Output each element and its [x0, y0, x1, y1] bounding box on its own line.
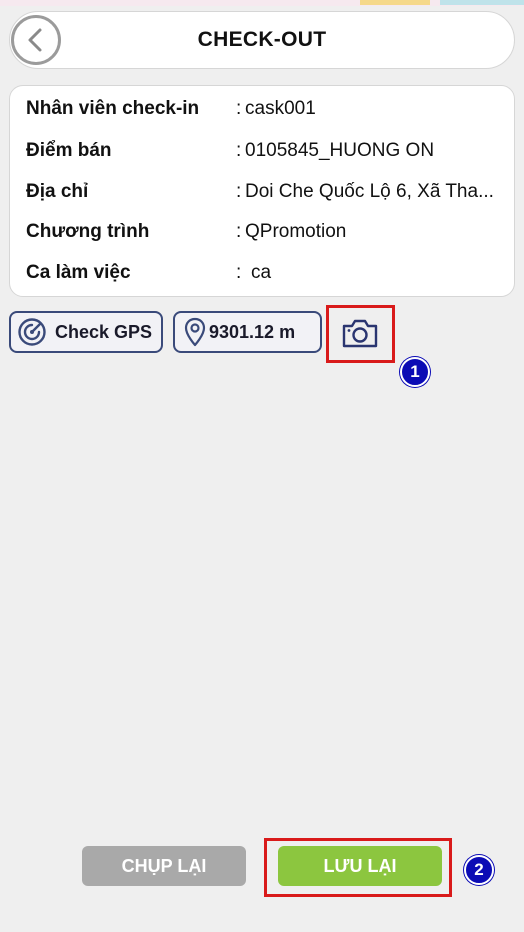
info-colon: : [236, 140, 242, 161]
info-value: ca [251, 262, 272, 283]
info-colon: : [236, 221, 242, 242]
status-strip [0, 0, 524, 6]
retake-button[interactable]: CHỤP LẠI [82, 846, 246, 886]
camera-icon [342, 319, 378, 348]
info-label: Chương trình [26, 221, 150, 242]
info-colon: : [236, 98, 242, 119]
info-row-outlet: Điểm bán : 0105845_HUONG ON [26, 140, 504, 170]
distance-display[interactable]: 9301.12 m [173, 311, 322, 353]
camera-button[interactable] [336, 311, 384, 355]
info-row-shift: Ca làm việc : ca [26, 262, 504, 292]
info-value: QPromotion [245, 221, 347, 242]
info-row-employee: Nhân viên check-in : cask001 [26, 98, 504, 128]
annotation-badge-2: 2 [464, 855, 494, 885]
info-card: Nhân viên check-in : cask001 Điểm bán : … [9, 85, 515, 297]
info-value: Doi Che Quốc Lộ 6, Xã Tha... [245, 181, 494, 202]
info-label: Điểm bán [26, 140, 112, 161]
header-bar: CHECK-OUT [9, 11, 515, 69]
info-row-program: Chương trình : QPromotion [26, 221, 504, 251]
annotation-badge-1: 1 [400, 357, 430, 387]
info-colon: : [236, 181, 242, 202]
checkout-screen: CHECK-OUT Nhân viên check-in : cask001 Đ… [0, 0, 524, 932]
info-label: Ca làm việc [26, 262, 131, 283]
check-gps-label: Check GPS [55, 321, 153, 342]
info-colon: : [236, 262, 242, 283]
info-label: Nhân viên check-in [26, 98, 200, 119]
info-value: cask001 [245, 98, 316, 119]
check-gps-button[interactable]: Check GPS [9, 311, 163, 353]
distance-value: 9301.12 m [209, 321, 296, 342]
status-strip-segment [360, 0, 430, 5]
save-button[interactable]: LƯU LẠI [278, 846, 442, 886]
info-value: 0105845_HUONG ON [245, 140, 435, 161]
location-pin-icon [184, 317, 206, 347]
info-label: Địa chỉ [26, 181, 89, 202]
radar-icon [18, 318, 46, 346]
page-title: CHECK-OUT [197, 28, 327, 51]
info-row-address: Địa chỉ : Doi Che Quốc Lộ 6, Xã Tha... [26, 181, 504, 211]
status-strip-segment [440, 0, 524, 5]
